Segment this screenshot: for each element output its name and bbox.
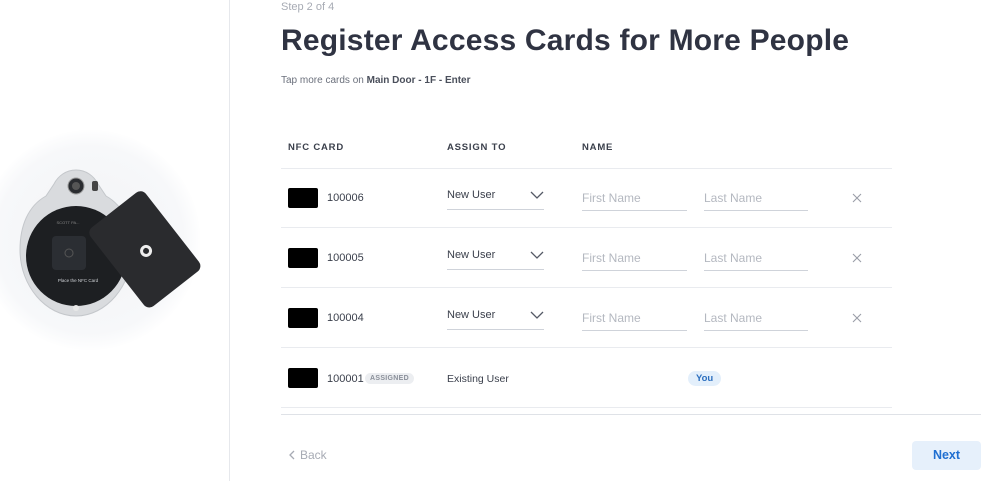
device-brand: SCOTT PA... [57,220,80,225]
first-name-placeholder: First Name [582,251,641,265]
last-name-placeholder: Last Name [704,311,763,325]
header-name: NAME [582,142,614,153]
card-chip [288,188,318,208]
card-chip [288,308,318,328]
assign-select-value: New User [447,309,496,321]
first-name-placeholder: First Name [582,191,641,205]
header-nfc-card: NFC CARD [288,142,345,153]
chevron-left-icon [289,450,295,460]
row-divider [281,347,892,348]
close-icon[interactable] [851,192,863,204]
assign-select[interactable]: New User [447,247,544,270]
last-name-field[interactable]: Last Name [704,308,808,331]
page-title: Register Access Cards for More People [281,24,850,57]
close-icon[interactable] [851,252,863,264]
first-name-field[interactable]: First Name [582,248,687,271]
row-divider [281,287,892,288]
back-label: Back [300,448,327,462]
row-divider [281,407,892,408]
assign-select-value: New User [447,249,496,261]
footer-divider [281,414,981,415]
chevron-down-icon [530,251,544,259]
subtitle-prefix: Tap more cards on [281,75,367,86]
card-number: 100004 [327,312,364,324]
card-chip [288,368,318,388]
last-name-field[interactable]: Last Name [704,248,808,271]
subtitle-location: Main Door - 1F - Enter [366,75,471,86]
illustration-panel: Place the NFC Card SCOTT PA... [0,0,230,481]
assign-select[interactable]: New User [447,307,544,330]
first-name-field[interactable]: First Name [582,188,687,211]
you-badge: You [688,371,722,386]
existing-user-label: Existing User [447,373,509,385]
chevron-down-icon [530,191,544,199]
assigned-badge: ASSIGNED [365,373,414,384]
page-subtitle: Tap more cards on Main Door - 1F - Enter [281,75,471,86]
card-number: 100005 [327,252,364,264]
card-number: 100001 [327,373,364,385]
back-button[interactable]: Back [288,448,327,462]
assign-select[interactable]: New User [447,187,544,210]
chevron-down-icon [530,311,544,319]
last-name-field[interactable]: Last Name [704,188,808,211]
header-assign-to: ASSIGN TO [447,142,507,153]
step-indicator: Step 2 of 4 [281,1,335,13]
header-divider [281,168,892,169]
first-name-field[interactable]: First Name [582,308,687,331]
row-divider [281,227,892,228]
next-button[interactable]: Next [912,441,981,470]
first-name-placeholder: First Name [582,311,641,325]
card-chip [288,248,318,268]
last-name-placeholder: Last Name [704,191,763,205]
close-icon[interactable] [851,312,863,324]
card-number: 100006 [327,192,364,204]
last-name-placeholder: Last Name [704,251,763,265]
assign-select-value: New User [447,189,496,201]
nfc-card-illustration [89,191,201,308]
